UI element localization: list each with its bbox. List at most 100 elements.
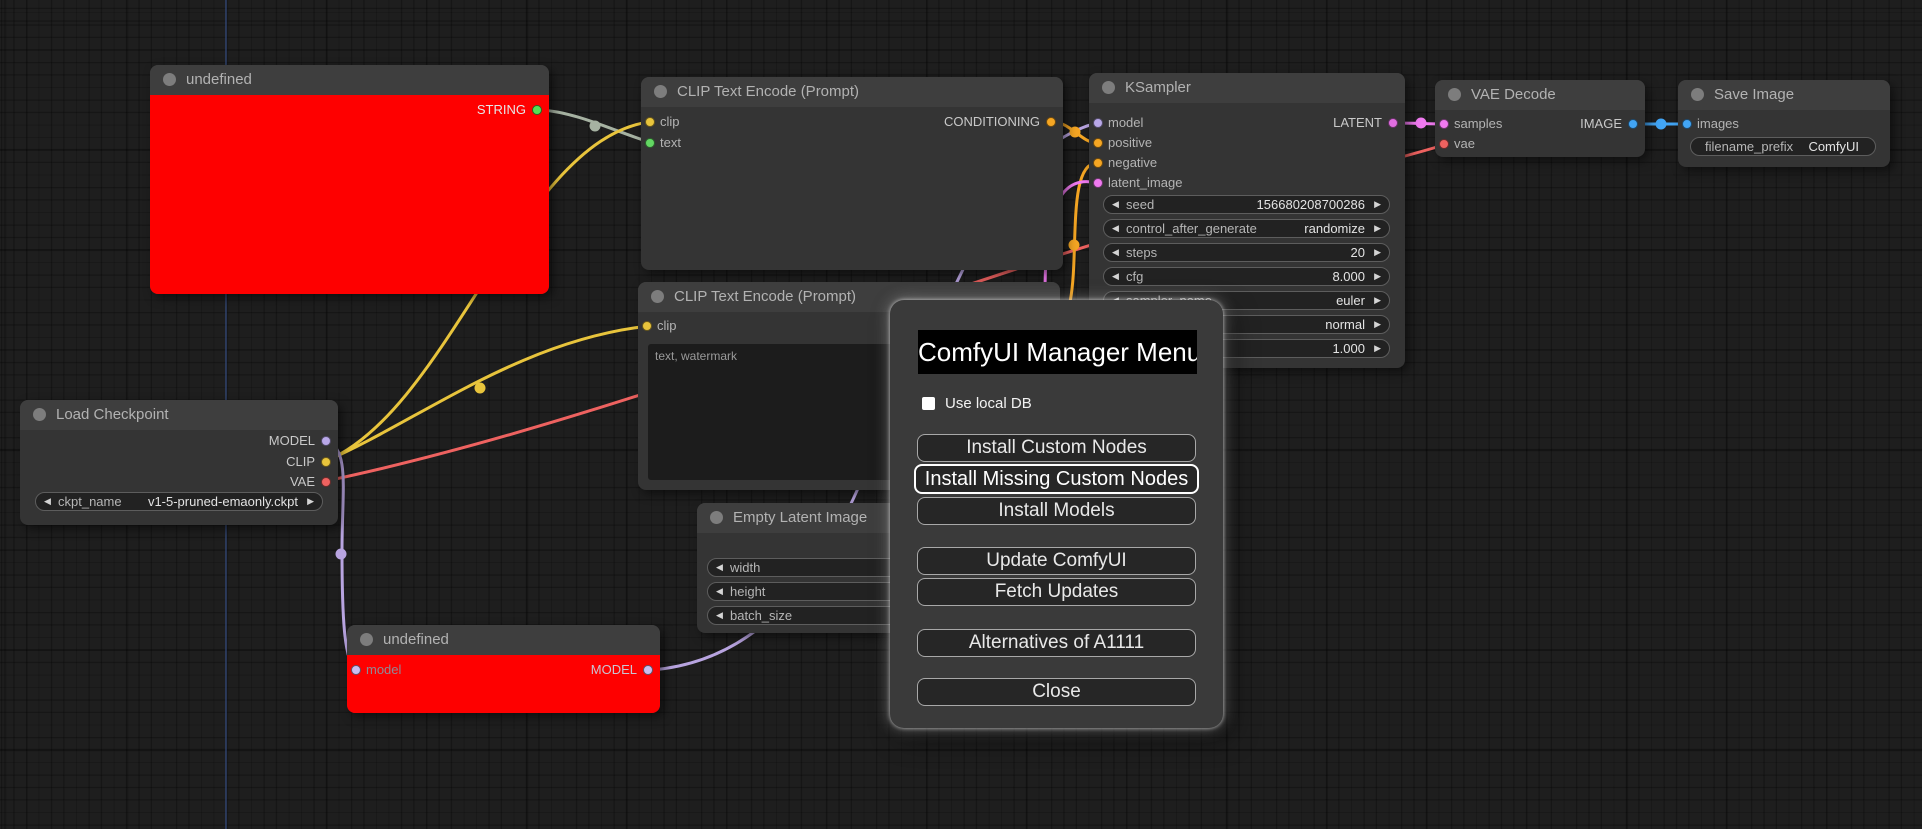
widget-label: control_after_generate	[1126, 221, 1257, 236]
input-port-clip[interactable]	[645, 117, 655, 127]
output-port-MODEL[interactable]	[643, 665, 653, 675]
node-title: KSampler	[1125, 79, 1191, 96]
increment-arrow-icon[interactable]: ▶	[1374, 340, 1381, 357]
node-load-checkpoint[interactable]: Load Checkpoint MODEL CLIP VAE ◀ ckpt_name…	[20, 400, 338, 525]
dialog-buttons: Install Custom Nodes Install Missing Cus…	[890, 434, 1223, 706]
widget-label: batch_size	[730, 608, 793, 623]
update-comfyui-button[interactable]: Update ComfyUI	[917, 547, 1196, 575]
output-port-STRING[interactable]	[532, 105, 542, 115]
node-collapse-dot[interactable]	[651, 290, 664, 303]
node-error-body	[150, 95, 549, 294]
input-port-negative[interactable]	[1093, 158, 1103, 168]
node-undefined-bottom[interactable]: undefined model MODEL	[347, 625, 660, 713]
increment-arrow-icon[interactable]: ▶	[1374, 244, 1381, 261]
output-port-IMAGE[interactable]	[1628, 119, 1638, 129]
node-titlebar[interactable]: Load Checkpoint	[20, 400, 338, 430]
decrement-arrow-icon[interactable]: ◀	[716, 559, 723, 576]
decrement-arrow-icon[interactable]: ◀	[716, 583, 723, 600]
output-port-CONDITIONING[interactable]	[1046, 117, 1056, 127]
node-collapse-dot[interactable]	[33, 408, 46, 421]
node-save-image[interactable]: Save Image images filename_prefix ComfyUI	[1678, 80, 1890, 167]
input-port-model[interactable]	[1093, 118, 1103, 128]
node-title: undefined	[186, 71, 252, 88]
widget-label: ckpt_name	[58, 494, 122, 509]
decrement-arrow-icon[interactable]: ◀	[1112, 268, 1119, 285]
increment-arrow-icon[interactable]: ▶	[1374, 196, 1381, 213]
decrement-arrow-icon[interactable]: ◀	[716, 607, 723, 624]
increment-arrow-icon[interactable]: ▶	[307, 493, 314, 510]
node-collapse-dot[interactable]	[710, 511, 723, 524]
node-vae-decode[interactable]: VAE Decode samples vae IMAGE	[1435, 80, 1645, 157]
fetch-updates-button[interactable]: Fetch Updates	[917, 578, 1196, 606]
node-titlebar[interactable]: Save Image	[1678, 80, 1890, 110]
input-label-text: text	[660, 135, 681, 150]
use-local-db-label: Use local DB	[945, 394, 1032, 412]
input-label-clip: clip	[660, 114, 680, 129]
output-port-VAE[interactable]	[321, 477, 331, 487]
node-titlebar[interactable]: undefined	[150, 65, 549, 95]
node-collapse-dot[interactable]	[654, 85, 667, 98]
output-label-STRING: STRING	[476, 102, 526, 117]
widget-control_after_generate[interactable]: ◀ control_after_generate randomize ▶	[1103, 219, 1390, 238]
increment-arrow-icon[interactable]: ▶	[1374, 220, 1381, 237]
output-port-MODEL[interactable]	[321, 436, 331, 446]
input-port-images[interactable]	[1682, 119, 1692, 129]
input-port-positive[interactable]	[1093, 138, 1103, 148]
widget-value: euler	[1336, 293, 1365, 308]
node-titlebar[interactable]: KSampler	[1089, 73, 1405, 103]
input-label-model: model	[1108, 115, 1144, 130]
node-collapse-dot[interactable]	[1448, 88, 1461, 101]
widget-value: 8.000	[1332, 269, 1365, 284]
node-collapse-dot[interactable]	[163, 73, 176, 86]
input-port-latent_image[interactable]	[1093, 178, 1103, 188]
widget-label: width	[730, 560, 761, 575]
widget-ckpt_name[interactable]: ◀ ckpt_name v1-5-pruned-emaonly.ckpt ▶	[35, 492, 323, 511]
widget-value: ComfyUI	[1808, 139, 1859, 154]
input-label-negative: negative	[1108, 155, 1158, 170]
output-label-MODEL: MODEL	[268, 433, 315, 448]
node-undefined-top[interactable]: undefined STRING	[150, 65, 549, 294]
node-title: VAE Decode	[1471, 86, 1556, 103]
use-local-db-checkbox[interactable]	[922, 396, 935, 410]
output-port-LATENT[interactable]	[1388, 118, 1398, 128]
node-titlebar[interactable]: undefined	[347, 625, 660, 655]
alternatives-of-a1111-button[interactable]: Alternatives of A1111	[917, 629, 1196, 657]
install-custom-nodes-button[interactable]: Install Custom Nodes	[917, 434, 1196, 462]
decrement-arrow-icon[interactable]: ◀	[1112, 196, 1119, 213]
output-label-LATENT: LATENT	[1333, 115, 1382, 130]
install-models-button[interactable]: Install Models	[917, 497, 1196, 525]
increment-arrow-icon[interactable]: ▶	[1374, 268, 1381, 285]
node-collapse-dot[interactable]	[360, 633, 373, 646]
widget-value: normal	[1325, 317, 1365, 332]
input-port-model[interactable]	[351, 665, 361, 675]
widget-steps[interactable]: ◀ steps 20 ▶	[1103, 243, 1390, 262]
widget-seed[interactable]: ◀ seed 156680208700286 ▶	[1103, 195, 1390, 214]
input-port-clip[interactable]	[642, 321, 652, 331]
graph-canvas[interactable]: undefined STRING CLIP Text Encode (Promp…	[0, 0, 1922, 829]
increment-arrow-icon[interactable]: ▶	[1374, 316, 1381, 333]
widget-label: seed	[1126, 197, 1155, 212]
node-titlebar[interactable]: CLIP Text Encode (Prompt)	[641, 77, 1063, 107]
input-label-positive: positive	[1108, 135, 1153, 150]
input-port-text[interactable]	[645, 138, 655, 148]
install-missing-custom-nodes-button[interactable]: Install Missing Custom Nodes	[914, 464, 1199, 494]
input-label-latent_image: latent_image	[1108, 175, 1183, 190]
widget-filename_prefix[interactable]: filename_prefix ComfyUI	[1690, 137, 1876, 156]
link-midpoint-dot	[1415, 117, 1427, 129]
widget-label: height	[730, 584, 766, 599]
node-titlebar[interactable]: VAE Decode	[1435, 80, 1645, 110]
node-collapse-dot[interactable]	[1691, 88, 1704, 101]
output-port-CLIP[interactable]	[321, 457, 331, 467]
node-clip-text-encode-1[interactable]: CLIP Text Encode (Prompt) clip text COND…	[641, 77, 1063, 270]
widget-cfg[interactable]: ◀ cfg 8.000 ▶	[1103, 267, 1390, 286]
output-label-VAE: VAE	[289, 474, 315, 489]
increment-arrow-icon[interactable]: ▶	[1374, 292, 1381, 309]
decrement-arrow-icon[interactable]: ◀	[44, 493, 51, 510]
node-collapse-dot[interactable]	[1102, 81, 1115, 94]
link-midpoint-dot	[1068, 239, 1080, 251]
close-button[interactable]: Close	[917, 678, 1196, 706]
input-port-samples[interactable]	[1439, 119, 1449, 129]
decrement-arrow-icon[interactable]: ◀	[1112, 220, 1119, 237]
decrement-arrow-icon[interactable]: ◀	[1112, 244, 1119, 261]
input-port-vae[interactable]	[1439, 139, 1449, 149]
